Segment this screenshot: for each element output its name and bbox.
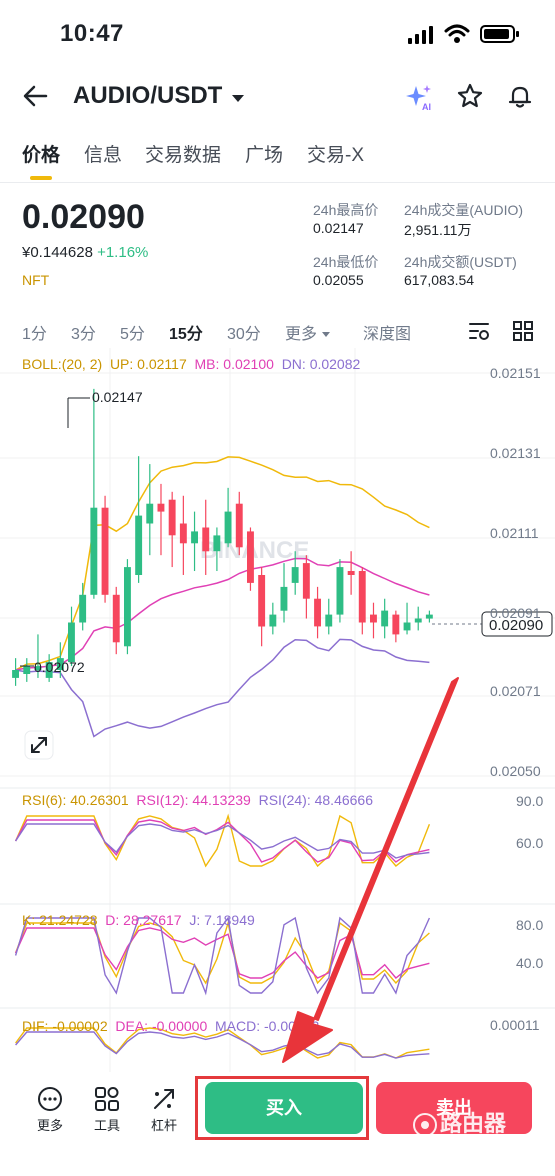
buy-button[interactable]: 买入 (205, 1082, 363, 1134)
tools-button[interactable]: 工具 (87, 1086, 127, 1134)
tools-grid-icon (95, 1087, 119, 1111)
more-label: 更多 (36, 1118, 63, 1133)
more-button[interactable]: 更多 (30, 1086, 70, 1134)
watermark-logo-icon (413, 1113, 437, 1137)
more-dots-icon (38, 1087, 62, 1111)
leverage-label: 杠杆 (150, 1118, 177, 1133)
annotation-arrow (282, 677, 459, 1063)
watermark-url: luyouqi.com (466, 1138, 520, 1149)
tools-label: 工具 (93, 1118, 120, 1133)
leverage-button[interactable]: 杠杆 (144, 1086, 184, 1134)
leverage-icon (154, 1089, 174, 1109)
watermark-brand: 路由器 (440, 1111, 507, 1136)
